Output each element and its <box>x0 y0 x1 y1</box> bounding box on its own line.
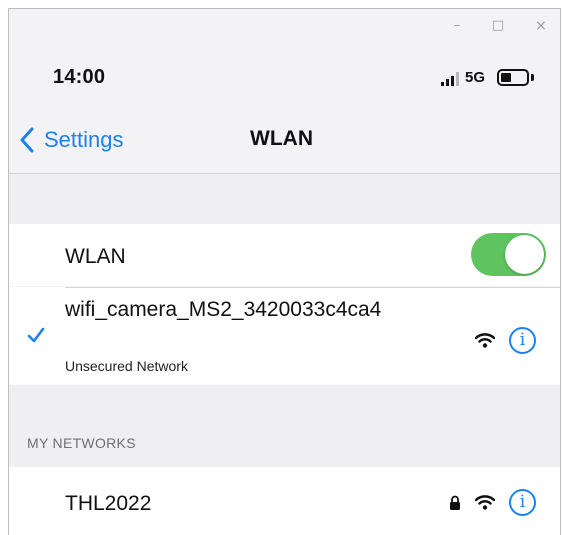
battery-tip <box>531 74 534 81</box>
back-label: Settings <box>44 127 124 152</box>
section-spacer <box>9 174 560 224</box>
wlan-label: WLAN <box>65 245 126 268</box>
wifi-icon <box>475 333 495 348</box>
status-time: 14:00 <box>53 66 106 88</box>
close-button[interactable]: × <box>531 16 551 36</box>
checkmark-icon <box>27 327 45 343</box>
network-type-label: 5G <box>465 69 486 86</box>
connected-network-row[interactable]: wifi_camera_MS2_3420033c4ca4 Unsecured N… <box>9 287 560 385</box>
wifi-icon <box>475 495 495 510</box>
network-name: THL2022 <box>65 492 152 515</box>
network-security-status: Unsecured Network <box>65 358 188 374</box>
lock-icon <box>450 495 460 510</box>
info-icon[interactable]: i <box>509 489 536 516</box>
battery-level <box>501 73 511 82</box>
chevron-left-icon <box>20 127 34 153</box>
toggle-knob <box>505 235 544 274</box>
section-header-my-networks: MY NETWORKS <box>27 435 136 451</box>
page-title: WLAN <box>250 127 313 150</box>
wlan-toggle-row: WLAN <box>9 224 560 286</box>
status-bar: 14:00 5G <box>9 47 560 97</box>
battery-icon <box>497 69 529 86</box>
wlan-toggle-switch[interactable] <box>471 233 546 276</box>
section-spacer: MY NETWORKS <box>9 385 560 467</box>
window-title-bar: – □ × <box>9 9 560 47</box>
minimize-button[interactable]: – <box>447 16 467 36</box>
navigation-bar: Settings WLAN <box>9 97 560 174</box>
connected-network-name: wifi_camera_MS2_3420033c4ca4 <box>65 298 382 321</box>
network-row-thl2022[interactable]: THL2022 i <box>9 467 560 535</box>
window-frame: – □ × 14:00 5G Settings WLAN WLAN wifi_c… <box>8 8 561 535</box>
signal-bars-icon <box>441 72 459 86</box>
row-divider <box>65 287 560 288</box>
info-icon[interactable]: i <box>509 327 536 354</box>
maximize-button[interactable]: □ <box>488 16 508 36</box>
